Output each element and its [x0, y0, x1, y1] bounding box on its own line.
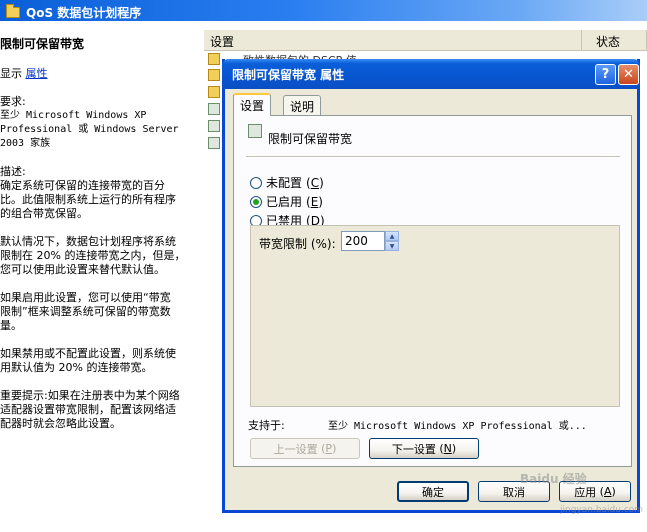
setting-name: 限制可保留带宽	[268, 132, 353, 146]
spin-down-icon[interactable]: ▼	[385, 241, 399, 251]
description-line: 比。此值限制系统上运行的所有程序	[0, 193, 176, 206]
bandwidth-limit-label: 带宽限制 (%):	[259, 237, 336, 251]
spin-up-icon[interactable]: ▲	[385, 231, 399, 241]
description-line: 配器时就会忽略此设置。	[0, 417, 121, 430]
folder-icon	[208, 86, 220, 98]
radio-circle[interactable]	[250, 176, 262, 189]
description-line: 重要提示:如果在注册表中为某个网络	[0, 389, 180, 402]
description-label: 描述:	[0, 165, 26, 178]
requirements-line: 2003 家族	[0, 138, 51, 149]
radio-accel: (C)	[306, 175, 324, 190]
show-prefix: 显示	[0, 67, 26, 80]
description-line: 如果启用此设置，您可以使用“带宽	[0, 291, 171, 304]
watermark-url: jingyan.baidu.com	[560, 505, 644, 515]
list-header: 设置 状态	[204, 30, 647, 51]
previous-setting-button[interactable]: 上一设置 (P)	[250, 438, 360, 459]
description-line: 的组合带宽保留。	[0, 207, 88, 220]
supported-on-label: 支持于:	[248, 419, 285, 432]
description-line: 适配器设置带宽限制，配置该网络适	[0, 403, 176, 416]
settings-panel: 限制可保留带宽 未配置 (C) 已启用 (E) 已禁用 (D) 带宽限制 (%)…	[233, 115, 632, 467]
policy-setting-icon	[208, 137, 220, 149]
supported-on-value: 至少 Microsoft Windows XP Professional 或..…	[328, 421, 587, 432]
watermark-logo: Baidu 经验	[520, 472, 587, 486]
divider	[246, 156, 620, 157]
radio-accel: (E)	[306, 194, 323, 209]
show-properties-line: 显示 属性	[0, 67, 48, 81]
tab-settings[interactable]: 设置	[233, 93, 272, 116]
requirements-line: Professional 或 Windows Server	[0, 124, 179, 135]
radio-not-configured[interactable]: 未配置 (C)	[250, 174, 324, 191]
column-header-status[interactable]: 状态	[582, 30, 647, 50]
radio-label: 已启用	[266, 195, 303, 209]
description-line: 用默认值为 20% 的连接带宽。	[0, 361, 153, 374]
dialog-title: 限制可保留带宽 属性	[232, 67, 345, 82]
policy-setting-icon	[208, 103, 220, 115]
description-line: 量。	[0, 319, 22, 332]
help-button[interactable]: ?	[595, 64, 616, 85]
description-line: 限制”框来调整系统可保留的带宽数	[0, 305, 171, 318]
radio-enabled[interactable]: 已启用 (E)	[250, 193, 323, 210]
radio-label: 未配置	[266, 176, 303, 190]
radio-circle-checked[interactable]	[250, 195, 262, 208]
description-line: 默认情况下，数据包计划程序将系统	[0, 235, 176, 248]
requirements-label: 要求:	[0, 95, 26, 108]
folder-icon	[208, 69, 220, 81]
requirements-line: 至少 Microsoft Windows XP	[0, 110, 147, 121]
tab-explain[interactable]: 说明	[283, 95, 322, 115]
bandwidth-spinner[interactable]: ▲ ▼	[385, 231, 399, 251]
properties-dialog: 限制可保留带宽 属性 ? ✕ 设置 说明 限制可保留带宽 未配置 (C) 已启用…	[222, 59, 640, 513]
bandwidth-limit-input[interactable]: 200	[341, 231, 385, 251]
dialog-title-bar[interactable]: 限制可保留带宽 属性	[222, 59, 640, 89]
description-line: 确定系统可保留的连接带宽的百分	[0, 179, 165, 192]
next-setting-button[interactable]: 下一设置 (N)	[369, 438, 479, 459]
window-title-bar: QoS 数据包计划程序	[0, 0, 647, 21]
description-line: 您可以使用此设置来替代默认值。	[0, 263, 165, 276]
policy-setting-icon	[248, 124, 262, 138]
options-box: 带宽限制 (%): 200 ▲ ▼	[250, 225, 620, 407]
extended-view-pane: 限制可保留带宽 显示 属性 要求: 至少 Microsoft Windows X…	[0, 21, 198, 532]
ok-button[interactable]: 确定	[397, 481, 469, 502]
properties-link[interactable]: 属性	[26, 67, 48, 80]
folder-icon	[208, 53, 220, 65]
description-line: 如果禁用或不配置此设置，则系统使	[0, 347, 176, 360]
window-title: QoS 数据包计划程序	[26, 5, 142, 20]
folder-icon	[6, 3, 20, 18]
close-button[interactable]: ✕	[618, 64, 639, 85]
policy-heading: 限制可保留带宽	[0, 37, 85, 51]
column-header-setting[interactable]: 设置	[204, 30, 582, 50]
description-line: 限制在 20% 的连接带宽之内，但是，	[0, 249, 186, 262]
policy-setting-icon	[208, 120, 220, 132]
